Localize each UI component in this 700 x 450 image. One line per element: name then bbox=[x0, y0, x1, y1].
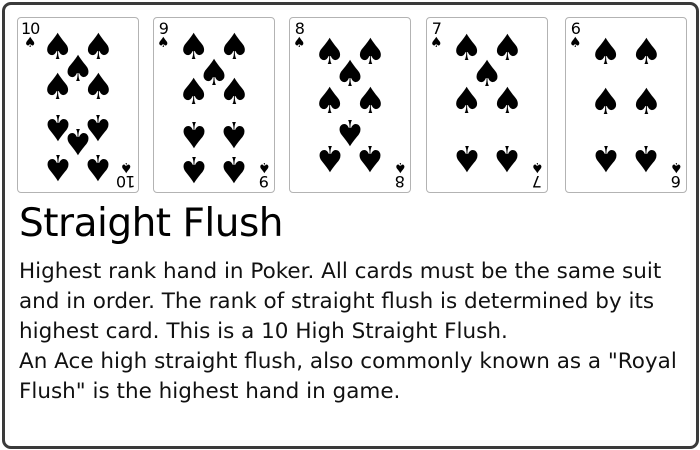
card-corner-index: 9 ♠ bbox=[258, 159, 271, 191]
spade-icon: ♠ bbox=[589, 31, 622, 73]
hand-info-panel: 10 ♠ 10 ♠ ♠ ♠ ♠ ♠ ♠ ♠ ♠ ♠ ♠ ♠ 9 ♠ 9 ♠ ♠ ♠ ♠ ♠ ♠ ♠ ♠ ♠ ♠ 8 ♠ 8 ♠ ♠ ♠ ♠ ♠ ♠… bbox=[2, 2, 699, 449]
playing-card: 6 ♠ 6 ♠ ♠ ♠ ♠ ♠ ♠ ♠ bbox=[565, 17, 687, 193]
card-rank: 7 bbox=[533, 172, 543, 191]
card-corner-index: 7 ♠ bbox=[430, 21, 443, 51]
card-corner-index: 8 ♠ bbox=[394, 159, 407, 191]
spade-icon: ♠ bbox=[630, 82, 663, 124]
spade-icon: ♠ bbox=[354, 137, 387, 179]
spade-icon: ♠ bbox=[589, 82, 622, 124]
playing-card: 9 ♠ 9 ♠ ♠ ♠ ♠ ♠ ♠ ♠ ♠ ♠ ♠ bbox=[153, 17, 275, 193]
spade-icon: ♠ bbox=[157, 35, 170, 51]
spade-icon: ♠ bbox=[177, 112, 210, 154]
card-corner-index: 7 ♠ bbox=[531, 159, 544, 191]
spade-icon: ♠ bbox=[218, 71, 251, 113]
spade-icon: ♠ bbox=[177, 71, 210, 113]
card-rank: 6 bbox=[672, 172, 682, 191]
card-corner-index: 9 ♠ bbox=[157, 21, 170, 51]
spade-icon: ♠ bbox=[450, 80, 483, 122]
hand-description: Highest rank hand in Poker. All cards mu… bbox=[19, 257, 691, 407]
card-corner-index: 6 ♠ bbox=[670, 159, 683, 191]
playing-card: 8 ♠ 8 ♠ ♠ ♠ ♠ ♠ ♠ ♠ ♠ ♠ bbox=[289, 17, 411, 193]
card-corner-index: 6 ♠ bbox=[569, 21, 582, 51]
spade-icon: ♠ bbox=[177, 147, 210, 189]
spade-icon: ♠ bbox=[589, 137, 622, 179]
card-rank: 8 bbox=[396, 172, 406, 191]
spade-icon: ♠ bbox=[394, 159, 407, 175]
spade-icon: ♠ bbox=[531, 159, 544, 175]
spade-icon: ♠ bbox=[630, 137, 663, 179]
card-rank: 10 bbox=[116, 172, 135, 191]
card-corner-index: 10 ♠ bbox=[21, 21, 40, 51]
card-corner-index: 10 ♠ bbox=[116, 159, 135, 191]
spade-icon: ♠ bbox=[450, 137, 483, 179]
spade-icon: ♠ bbox=[218, 112, 251, 154]
spade-icon: ♠ bbox=[293, 35, 306, 51]
spade-icon: ♠ bbox=[491, 80, 524, 122]
description-paragraph: An Ace high straight flush, also commonl… bbox=[19, 349, 677, 404]
description-paragraph: Highest rank hand in Poker. All cards mu… bbox=[19, 259, 662, 344]
spade-icon: ♠ bbox=[313, 137, 346, 179]
spade-icon: ♠ bbox=[491, 137, 524, 179]
spade-icon: ♠ bbox=[630, 31, 663, 73]
spade-icon: ♠ bbox=[258, 159, 271, 175]
playing-card: 10 ♠ 10 ♠ ♠ ♠ ♠ ♠ ♠ ♠ ♠ ♠ ♠ ♠ bbox=[17, 17, 139, 193]
spade-icon: ♠ bbox=[430, 35, 443, 51]
spade-icon: ♠ bbox=[218, 147, 251, 189]
playing-card: 7 ♠ 7 ♠ ♠ ♠ ♠ ♠ ♠ ♠ ♠ bbox=[426, 17, 548, 193]
spade-icon: ♠ bbox=[41, 145, 74, 187]
card-corner-index: 8 ♠ bbox=[293, 21, 306, 51]
spade-icon: ♠ bbox=[82, 145, 115, 187]
hand-title: Straight Flush bbox=[19, 201, 284, 246]
spade-icon: ♠ bbox=[119, 159, 133, 175]
spade-icon: ♠ bbox=[82, 66, 115, 108]
card-rank: 9 bbox=[260, 172, 270, 191]
spade-icon: ♠ bbox=[23, 35, 37, 51]
spade-icon: ♠ bbox=[670, 159, 683, 175]
spade-icon: ♠ bbox=[41, 66, 74, 108]
spade-icon: ♠ bbox=[569, 35, 582, 51]
